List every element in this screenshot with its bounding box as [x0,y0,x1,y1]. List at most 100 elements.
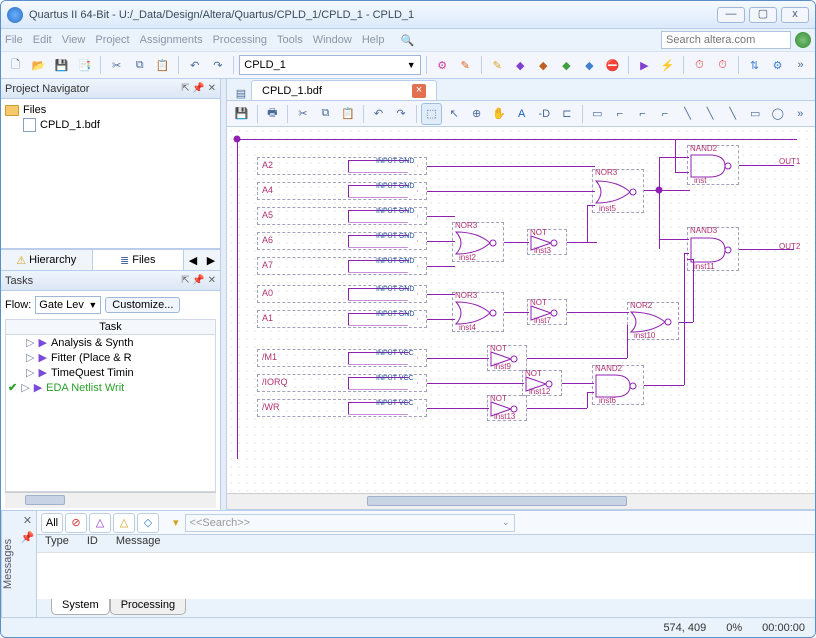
sch-wire3-icon[interactable]: ⌐ [654,103,676,125]
globe-icon[interactable] [795,32,811,48]
copy-icon[interactable]: ⧉ [129,54,150,76]
maximize-button[interactable]: ▢ [749,7,777,23]
menu-view[interactable]: View [62,34,86,46]
tool-pencil-icon[interactable]: ✎ [455,54,476,76]
menu-help[interactable]: Help [362,34,385,46]
sch-diag1-icon[interactable]: ╲ [677,103,699,125]
pin-wr[interactable]: /WRINPUT VCC [257,399,427,417]
save-all-icon[interactable]: 📑 [74,54,95,76]
save-icon[interactable]: 💾 [51,54,72,76]
gate-nand3-inst11[interactable]: NAND3 inst11 [687,227,739,271]
schematic-canvas[interactable]: A2INPUT GND A4INPUT GND A5INPUT GND A6IN… [227,127,815,510]
minimize-button[interactable]: — [717,7,745,23]
gate-nor3-inst4[interactable]: NOR3 inst4 [452,292,504,332]
task-list[interactable]: ▷▶Analysis & Synth ▷▶Fitter (Place & R ▷… [5,335,216,492]
gate-nand2-inst6[interactable]: NAND2 inst6 [592,365,644,405]
sch-text-icon[interactable]: A [511,103,533,125]
pin-a1[interactable]: A1INPUT GND [257,310,427,328]
msg-tab-system[interactable]: System [51,599,110,615]
gate-not-inst13[interactable]: NOT inst13 [487,395,527,421]
menu-file[interactable]: File [5,34,23,46]
search-input[interactable] [661,31,791,49]
sch-symbol-icon[interactable]: -D [534,103,556,125]
sim-icon[interactable]: ⚡ [657,54,678,76]
pin-a7[interactable]: A7INPUT GND [257,257,427,275]
pin-iorq[interactable]: /IORQINPUT VCC [257,374,427,392]
filter-icon[interactable]: ▾ [173,516,179,529]
tool-wand-icon[interactable]: ✎ [487,54,508,76]
menu-edit[interactable]: Edit [33,34,52,46]
tree-file[interactable]: CPLD_1.bdf [5,117,216,133]
msg-pin-icon[interactable]: 📌 [21,531,35,544]
menu-tools[interactable]: Tools [277,34,303,46]
msg-all-button[interactable]: All [41,513,63,533]
messages-side-label[interactable]: Messages [1,511,19,617]
msg-tab-processing[interactable]: Processing [110,599,186,615]
project-combo[interactable]: CPLD_1 ▼ [239,55,420,75]
tool-chip2-icon[interactable]: ◆ [556,54,577,76]
gate-nor3-inst2[interactable]: NOR3 inst2 [452,222,504,262]
sch-overflow-icon[interactable]: » [790,103,812,125]
nav-tab-left[interactable]: ◀ [184,250,202,270]
sch-paste-icon[interactable]: 📋 [337,103,359,125]
tab-files[interactable]: ≣ Files [93,250,185,270]
tool-chip3-icon[interactable]: ◆ [579,54,600,76]
task-item[interactable]: ✔▷▶EDA Netlist Writ [6,380,215,395]
tool-settings-icon[interactable]: ⚙ [432,54,453,76]
stop-icon[interactable]: ⛔ [602,54,623,76]
gate-not-inst12[interactable]: NOT inst12 [522,370,562,396]
sch-cut-icon[interactable]: ✂ [292,103,314,125]
nav-tab-right[interactable]: ▶ [202,250,220,270]
close-button[interactable]: x [781,7,809,23]
run-icon[interactable]: ▶ [634,54,655,76]
toolbar-overflow-icon[interactable]: » [790,54,811,76]
task-item[interactable]: ▷▶Analysis & Synth [6,335,215,350]
sch-wire2-icon[interactable]: ⌐ [632,103,654,125]
gate-nand2-inst[interactable]: NAND2 inst [687,145,739,185]
sch-rect2-icon[interactable]: ▭ [744,103,766,125]
sch-circle-icon[interactable]: ◯ [767,103,789,125]
msg-close-icon[interactable]: ✕ [23,514,32,527]
msg-info-icon[interactable]: ◇ [137,513,159,533]
tasks-hscrollbar[interactable] [5,492,216,508]
new-icon[interactable]: 🗋 [5,54,26,76]
prog2-icon[interactable]: ⚙ [767,54,788,76]
open-icon[interactable]: 📂 [28,54,49,76]
messages-search[interactable]: <<Search>> ⌄ [185,514,515,532]
undo-icon[interactable]: ↶ [184,54,205,76]
sch-rect-icon[interactable]: ▭ [587,103,609,125]
gate-nor3-inst5[interactable]: NOR3 inst5 [592,169,644,213]
menu-window[interactable]: Window [313,34,352,46]
msg-error-icon[interactable]: ⊘ [65,513,87,533]
close-tab-icon[interactable]: × [412,84,426,98]
menu-assignments[interactable]: Assignments [140,34,203,46]
paste-icon[interactable]: 📋 [152,54,173,76]
sch-diag3-icon[interactable]: ╲ [722,103,744,125]
redo-icon[interactable]: ↷ [207,54,228,76]
help-search-icon[interactable]: 🔍 [400,34,414,47]
messages-body[interactable] [37,553,815,599]
tool-chip1-icon[interactable]: ◆ [533,54,554,76]
sch-select-icon[interactable]: ⬚ [421,103,443,125]
sch-pointer-icon[interactable]: ↖ [443,103,465,125]
sch-hand-icon[interactable]: ✋ [488,103,510,125]
pin-m1[interactable]: /M1INPUT VCC [257,349,427,367]
tree-root[interactable]: Files [5,103,216,117]
sch-copy-icon[interactable]: ⧉ [315,103,337,125]
schematic-hscrollbar[interactable] [227,493,815,509]
sch-print-icon[interactable]: 🖶 [262,103,284,125]
sch-wire1-icon[interactable]: ⌐ [609,103,631,125]
gate-not-inst7[interactable]: NOT inst7 [527,299,567,325]
tab-hierarchy[interactable]: ⚠ Hierarchy [1,250,93,270]
sch-undo-icon[interactable]: ↶ [368,103,390,125]
menu-project[interactable]: Project [95,34,129,46]
task-item[interactable]: ▷▶TimeQuest Timin [6,365,215,380]
prog1-icon[interactable]: ⇅ [744,54,765,76]
document-tab[interactable]: CPLD_1.bdf × [251,80,437,100]
menu-processing[interactable]: Processing [213,34,267,46]
sch-zoom-icon[interactable]: ⊕ [466,103,488,125]
sch-pin-icon[interactable]: ⊏ [556,103,578,125]
flow-combo[interactable]: Gate Lev ▼ [35,296,101,314]
project-tree[interactable]: Files CPLD_1.bdf [1,99,220,249]
task-item[interactable]: ▷▶Fitter (Place & R [6,350,215,365]
